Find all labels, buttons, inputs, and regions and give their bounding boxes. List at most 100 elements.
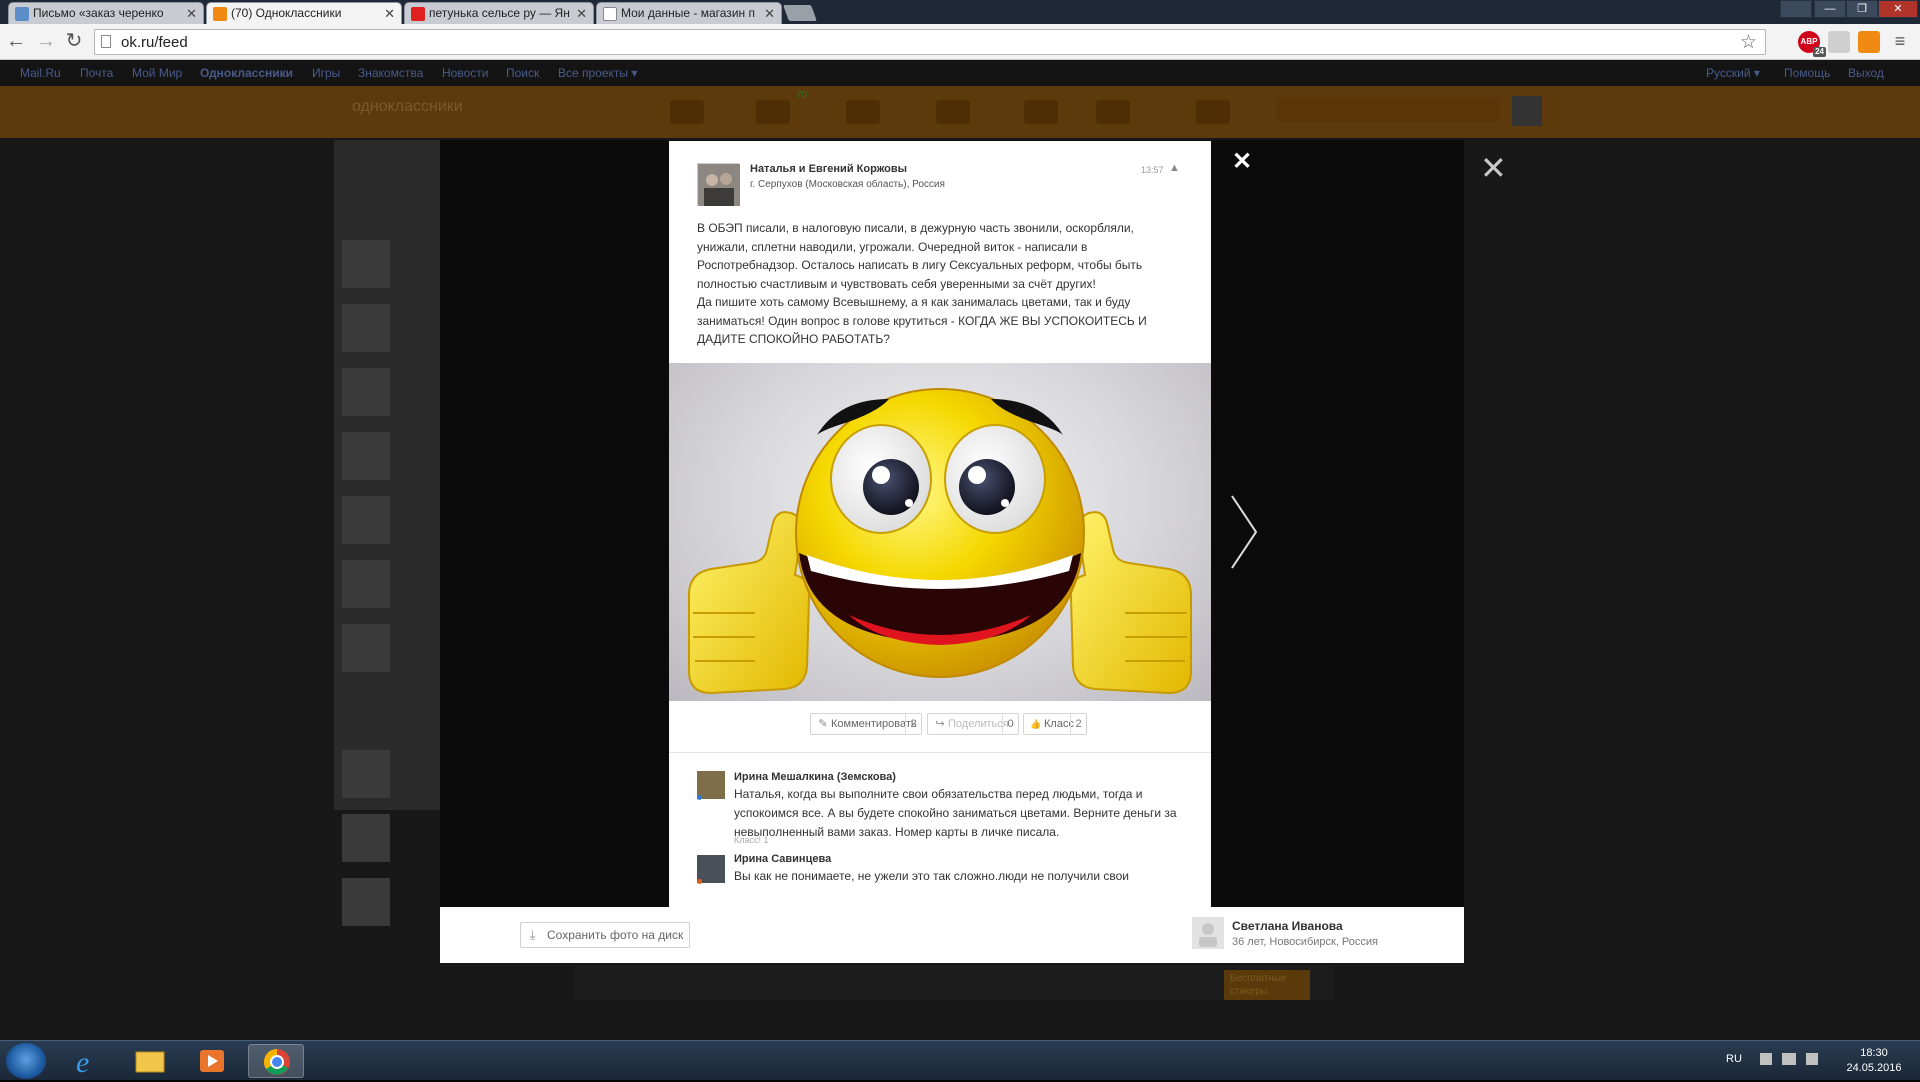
share-button[interactable]: ↪ Поделиться 0 bbox=[927, 713, 1019, 735]
tab-close-icon[interactable]: ✕ bbox=[384, 3, 395, 24]
comment-count: 2 bbox=[905, 714, 921, 734]
video-icon[interactable] bbox=[1196, 100, 1230, 124]
clock-date[interactable]: 24.05.2016 bbox=[1838, 1062, 1910, 1074]
topline-link[interactable]: Почта bbox=[80, 66, 113, 80]
feed-thumb[interactable] bbox=[342, 304, 390, 352]
feed-thumb[interactable] bbox=[342, 750, 390, 798]
topline-link[interactable]: Mail.Ru bbox=[20, 66, 61, 80]
topline-link[interactable]: Все проекты ▾ bbox=[558, 66, 637, 80]
volume-icon[interactable] bbox=[1806, 1053, 1818, 1065]
chrome-taskbar-icon[interactable] bbox=[248, 1044, 304, 1078]
online-status-icon bbox=[697, 795, 702, 800]
feed-thumb[interactable] bbox=[342, 624, 390, 672]
commenter-name[interactable]: Ирина Савинцева bbox=[734, 853, 831, 865]
ok-header: одноклассники 70 bbox=[0, 86, 1920, 138]
viewer-name[interactable]: Светлана Иванова bbox=[1232, 919, 1343, 933]
svg-text:e: e bbox=[76, 1046, 89, 1078]
report-icon[interactable]: ▲ bbox=[1169, 162, 1180, 174]
notifications-icon[interactable] bbox=[846, 100, 880, 124]
topline-link[interactable]: Игры bbox=[312, 66, 340, 80]
tab-yandex[interactable]: петунька сельсе ру — Ян ✕ bbox=[404, 2, 594, 24]
topline-link[interactable]: Новости bbox=[442, 66, 488, 80]
close-window-button[interactable]: ✕ bbox=[1878, 0, 1918, 18]
mail-icon bbox=[15, 7, 29, 21]
start-button[interactable] bbox=[6, 1043, 46, 1079]
tab-shop[interactable]: Мои данные - магазин п ✕ bbox=[596, 2, 782, 24]
events-icon[interactable] bbox=[1024, 100, 1058, 124]
page-icon bbox=[101, 35, 111, 48]
comment-like[interactable]: Класс! 1 bbox=[734, 835, 769, 845]
share-label: Поделиться bbox=[948, 718, 1009, 730]
topline-link[interactable]: Знакомства bbox=[358, 66, 423, 80]
viewer-avatar[interactable] bbox=[1192, 917, 1224, 949]
feed-thumb[interactable] bbox=[342, 878, 390, 926]
tab-odnoklassniki[interactable]: (70) Одноклассники ✕ bbox=[206, 2, 402, 24]
address-bar[interactable]: ok.ru/feed ☆ bbox=[94, 29, 1766, 55]
flag-icon[interactable] bbox=[1760, 1053, 1772, 1065]
tab-title: Мои данные - магазин п bbox=[621, 6, 755, 20]
adblock-plus-icon[interactable]: ABP 24 bbox=[1798, 31, 1826, 57]
comment-label: Комментировать bbox=[831, 718, 917, 730]
commenter-name[interactable]: Ирина Мешалкина (Земскова) bbox=[734, 771, 896, 783]
online-status-icon bbox=[697, 879, 702, 884]
discussions-icon[interactable] bbox=[756, 100, 790, 124]
post-close-icon[interactable]: ✕ bbox=[1230, 150, 1254, 174]
search-input[interactable] bbox=[1276, 98, 1500, 122]
feed-thumb[interactable] bbox=[342, 240, 390, 288]
chrome-menu-icon[interactable]: ≡ bbox=[1888, 30, 1912, 54]
user-avatar[interactable] bbox=[1512, 96, 1542, 126]
maximize-button[interactable]: ❐ bbox=[1846, 0, 1878, 18]
ok-extension-icon[interactable] bbox=[1858, 31, 1880, 53]
viewer-info: 36 лет, Новосибирск, Россия bbox=[1232, 936, 1378, 948]
share-icon: ↪ bbox=[935, 718, 945, 730]
user-icon[interactable] bbox=[1780, 0, 1812, 18]
clock-time[interactable]: 18:30 bbox=[1844, 1047, 1904, 1059]
language-indicator[interactable]: RU bbox=[1726, 1053, 1742, 1065]
feed-thumb[interactable] bbox=[342, 814, 390, 862]
guests-icon[interactable] bbox=[936, 100, 970, 124]
post-author[interactable]: Наталья и Евгений Коржовы bbox=[750, 163, 907, 175]
minimize-button[interactable]: — bbox=[1814, 0, 1846, 18]
tab-close-icon[interactable]: ✕ bbox=[764, 3, 775, 24]
feed-thumb[interactable] bbox=[342, 368, 390, 416]
extension-gear-icon[interactable] bbox=[1828, 31, 1850, 53]
topline-link[interactable]: Мой Мир bbox=[132, 66, 182, 80]
topline-link[interactable]: Одноклассники bbox=[200, 66, 293, 80]
language-link[interactable]: Русский ▾ bbox=[1706, 66, 1760, 80]
free-stickers-button[interactable]: Бесплатные стикеры bbox=[1224, 970, 1310, 1000]
tab-title: петунька сельсе ру — Ян bbox=[429, 6, 570, 20]
network-icon[interactable] bbox=[1782, 1053, 1796, 1065]
music-icon[interactable] bbox=[1096, 100, 1130, 124]
post-location: г. Серпухов (Московская область), Россия bbox=[750, 179, 945, 190]
feed-thumb[interactable] bbox=[342, 496, 390, 544]
feed-thumb[interactable] bbox=[342, 432, 390, 480]
back-button[interactable]: ← bbox=[4, 30, 28, 54]
forward-button[interactable]: → bbox=[34, 30, 58, 54]
tab-mail[interactable]: Письмо «заказ черенко ✕ bbox=[8, 2, 204, 24]
next-photo-arrow-icon[interactable] bbox=[1226, 492, 1260, 572]
post-text: В ОБЭП писали, в налоговую писали, в деж… bbox=[697, 221, 1147, 346]
tab-close-icon[interactable]: ✕ bbox=[186, 3, 197, 24]
thumb-left-icon bbox=[688, 511, 811, 695]
ok-logo[interactable]: одноклассники bbox=[352, 98, 463, 116]
help-link[interactable]: Помощь bbox=[1784, 66, 1830, 80]
like-button[interactable]: 👍 Класс 2 bbox=[1023, 713, 1087, 735]
viewer-close-icon[interactable]: ✕ bbox=[1480, 152, 1507, 184]
bookmark-star-icon[interactable]: ☆ bbox=[1740, 31, 1757, 54]
logout-link[interactable]: Выход bbox=[1848, 66, 1884, 80]
new-tab-button[interactable] bbox=[783, 5, 817, 21]
feed-thumb[interactable] bbox=[342, 560, 390, 608]
comment-button[interactable]: ✎ Комментировать 2 bbox=[810, 713, 922, 735]
internet-explorer-icon[interactable]: e bbox=[62, 1044, 114, 1079]
tab-close-icon[interactable]: ✕ bbox=[576, 3, 587, 24]
post-photo[interactable] bbox=[669, 363, 1211, 701]
file-explorer-icon[interactable] bbox=[124, 1044, 176, 1078]
save-photo-button[interactable]: ⤓ Сохранить фото на диск bbox=[520, 922, 690, 948]
topline-link[interactable]: Поиск bbox=[506, 66, 539, 80]
messages-icon[interactable] bbox=[670, 100, 704, 124]
save-photo-label: Сохранить фото на диск bbox=[547, 928, 684, 942]
post-actions: ✎ Комментировать 2 ↪ Поделиться 0 👍 Класс 2 bbox=[669, 713, 1211, 753]
media-player-icon[interactable] bbox=[186, 1044, 238, 1078]
author-avatar[interactable] bbox=[697, 163, 740, 206]
reload-button[interactable]: ↻ bbox=[62, 30, 86, 54]
